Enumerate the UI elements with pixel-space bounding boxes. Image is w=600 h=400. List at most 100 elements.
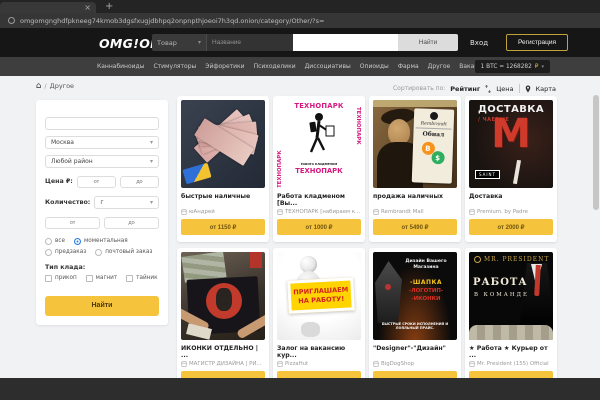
product-title: ИКОНКИ ОТДЕЛЬНО | ... (181, 345, 265, 359)
technopark-logo-text: ТЕХНОПАРК (277, 107, 283, 188)
nav-item-opioids[interactable]: Опиоиды (360, 63, 389, 70)
vendor-row[interactable]: Premium. by Padre (469, 207, 553, 216)
scrollbar-thumb[interactable] (593, 95, 599, 210)
search-category-select[interactable]: Товар (152, 34, 206, 51)
btc-rate-widget[interactable]: 1 BTC = 1268282 ₽ (475, 60, 550, 73)
price-button[interactable] (469, 371, 553, 378)
design-text: Магазина (413, 265, 438, 270)
checkbox-label: магнит (96, 275, 118, 281)
browser-address-bar[interactable]: omgomgnghdfpkneeg74kmob3dgsfxugjdbhpq2on… (0, 13, 600, 28)
sort-toolbar: Сортировать по: Рейтинг Цена Карта (393, 84, 556, 93)
product-card[interactable]: Rembrandt Обнал B $ продажа наличных Rem… (369, 96, 461, 242)
radio-instant[interactable]: моментальная (74, 238, 128, 245)
radio-label: предзаказ (55, 249, 86, 255)
mr-president-brand: MR. PRESIDENT (474, 256, 553, 263)
browser-tab[interactable]: × (0, 2, 96, 13)
job-sign-graphic: ПРИГЛАШАЕМ НА РАБОТУ! (287, 277, 355, 313)
price-to-input[interactable] (120, 176, 159, 188)
product-image: Дизайн ВашегоМагазина -ШАПКА -ЛОГОТИП- -… (373, 252, 457, 340)
search-input[interactable] (206, 34, 398, 51)
price-from-input[interactable] (77, 176, 116, 188)
price-button[interactable]: от 5490 ₽ (373, 219, 457, 235)
technopark-logo-text: ТЕХНОПАРК (355, 107, 361, 188)
radio-preorder[interactable]: предзаказ (45, 249, 86, 256)
checkbox-label: тайник (136, 275, 157, 281)
nav-item-stimulators[interactable]: Стимуляторы (153, 63, 196, 70)
tab-close-icon[interactable]: × (84, 2, 91, 13)
apply-filters-button[interactable]: Найти (45, 296, 159, 316)
bottom-bar (0, 378, 600, 400)
new-tab-button[interactable]: + (105, 0, 113, 13)
price-button[interactable]: от 1000 ₽ (277, 219, 361, 235)
sort-label: Сортировать по: (393, 85, 445, 92)
vendor-row[interactable]: Rembrandt Mall (373, 207, 457, 216)
nav-item-dissociatives[interactable]: Диссоциативы (305, 63, 351, 70)
quantity-to-input[interactable] (104, 217, 159, 229)
checkbox-prikop[interactable]: прикоп (45, 275, 77, 282)
search-bar: Товар Найти (152, 34, 458, 51)
checkbox-icon (126, 275, 133, 282)
price-button[interactable] (181, 371, 265, 378)
btc-rate-value: 1 BTC = 1268282 (481, 64, 532, 70)
radio-postal[interactable]: почтовый заказ (95, 249, 152, 256)
product-card[interactable]: ДОСТАВКА / ЧАЕВЫЕ М SAINT Доставка Premi… (465, 96, 557, 242)
filter-search-input[interactable] (45, 117, 159, 130)
checkbox-taynik[interactable]: тайник (126, 275, 157, 282)
vendor-row[interactable]: BigDogShop (373, 359, 457, 368)
vendor-row[interactable]: юАндрей (181, 207, 265, 216)
shop-icon (277, 361, 283, 367)
site-info-icon[interactable] (8, 17, 15, 24)
shop-icon (181, 209, 187, 215)
saint-badge: SAINT (475, 170, 500, 179)
price-button[interactable] (373, 371, 457, 378)
vendor-row[interactable]: МАГИСТР ДИЗАЙНА | РИ... (181, 359, 265, 368)
search-category-value: Товар (157, 39, 177, 47)
radio-all[interactable]: все (45, 238, 65, 245)
sort-by-rating[interactable]: Рейтинг (450, 85, 480, 93)
money-graphic (469, 325, 553, 340)
price-button[interactable] (277, 371, 361, 378)
url-text[interactable]: omgomgnghdfpkneeg74kmob3dgsfxugjdbhpq2on… (20, 17, 324, 25)
sort-by-price[interactable]: Цена (496, 85, 513, 93)
design-item: -ЛОГОТИП- (398, 288, 454, 294)
nav-item-other[interactable]: Другое (428, 63, 451, 70)
currency-symbol: ₽ (535, 64, 539, 70)
unit-select[interactable]: г (94, 196, 159, 209)
nav-item-psychedelics[interactable]: Психоделики (254, 63, 296, 70)
price-button[interactable]: от 1150 ₽ (181, 219, 265, 235)
shop-icon (277, 209, 283, 215)
home-icon[interactable]: ⌂ (36, 82, 41, 91)
product-card[interactable]: ПРИГЛАШАЕМ НА РАБОТУ! Залог на вакансию … (273, 248, 365, 378)
vendor-row[interactable]: Mr. President (155) Official (469, 359, 553, 368)
team-text: В КОМАНДЕ (474, 292, 529, 298)
product-card[interactable]: MR. PRESIDENT РАБОТА В КОМАНДЕ ★ Работа … (465, 248, 557, 378)
vendor-row[interactable]: ТЕХНОПАРК [набираем к... (277, 207, 361, 216)
vendor-name: ТЕХНОПАРК [набираем к... (285, 209, 360, 215)
nav-item-cannabinoids[interactable]: Каннабиноиды (97, 63, 144, 70)
product-card[interactable]: ТЕХНОПАРК ТЕХНОПАРК ТЕХНОПАРК ТЕХНОПАРК … (273, 96, 365, 242)
radio-label: почтовый заказ (105, 249, 152, 255)
vendor-name: МАГИСТР ДИЗАЙНА | РИ... (189, 361, 262, 367)
product-card[interactable]: Дизайн ВашегоМагазина -ШАПКА -ЛОГОТИП- -… (369, 248, 461, 378)
technopark-logo-text: ТЕХНОПАРК (277, 102, 361, 110)
checkbox-magnet[interactable]: магнит (86, 275, 118, 282)
vendor-row[interactable]: PizzaHut (277, 359, 361, 368)
product-image (181, 252, 265, 340)
breadcrumb-separator: / (44, 82, 46, 90)
map-link[interactable]: Карта (536, 85, 557, 93)
price-button[interactable]: от 2000 ₽ (469, 219, 553, 235)
district-select[interactable]: Любой район (45, 155, 159, 168)
nav-item-euphoretics[interactable]: Эйфоретики (205, 63, 244, 70)
city-select[interactable]: Москва (45, 136, 159, 149)
courier-figure-icon (303, 112, 335, 156)
register-button[interactable]: Регистрация (506, 34, 568, 51)
vendor-name: юАндрей (189, 209, 215, 215)
login-link[interactable]: Вход (470, 39, 488, 47)
product-card[interactable]: ИКОНКИ ОТДЕЛЬНО | ... МАГИСТР ДИЗАЙНА | … (177, 248, 269, 378)
nav-item-pharma[interactable]: Фарма (398, 63, 419, 70)
product-card[interactable]: быстрые наличные юАндрей от 1150 ₽ (177, 96, 269, 242)
quantity-from-input[interactable] (45, 217, 100, 229)
product-title: ★ Работа ★ Курьер от ... (469, 345, 553, 359)
toolbar-divider (519, 84, 520, 93)
search-button[interactable]: Найти (398, 34, 458, 51)
